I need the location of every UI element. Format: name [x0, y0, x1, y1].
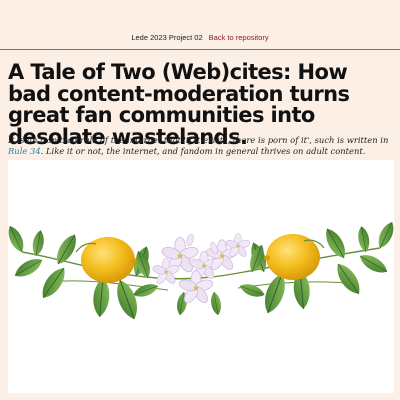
lemon-branch-illustration-icon — [8, 219, 394, 323]
top-bar-nav: Lede 2023 Project 02 Back to repository — [0, 33, 400, 43]
project-title: Lede 2023 Project 02 — [131, 33, 203, 42]
hero-image — [8, 160, 394, 393]
right-lemon-icon — [264, 234, 325, 280]
left-lemon-icon — [75, 237, 137, 283]
lede-text-end: . Like it or not, the internet, and fand… — [40, 146, 366, 156]
lede-text-start: It is an iron clad rule of the internet … — [8, 135, 389, 145]
top-bar: Lede 2023 Project 02 Back to repository — [0, 0, 400, 50]
article-lede: It is an iron clad rule of the internet … — [8, 135, 392, 157]
rule-34-link[interactable]: Rule 34 — [8, 146, 41, 156]
back-to-repository-link[interactable]: Back to repository — [209, 33, 269, 42]
